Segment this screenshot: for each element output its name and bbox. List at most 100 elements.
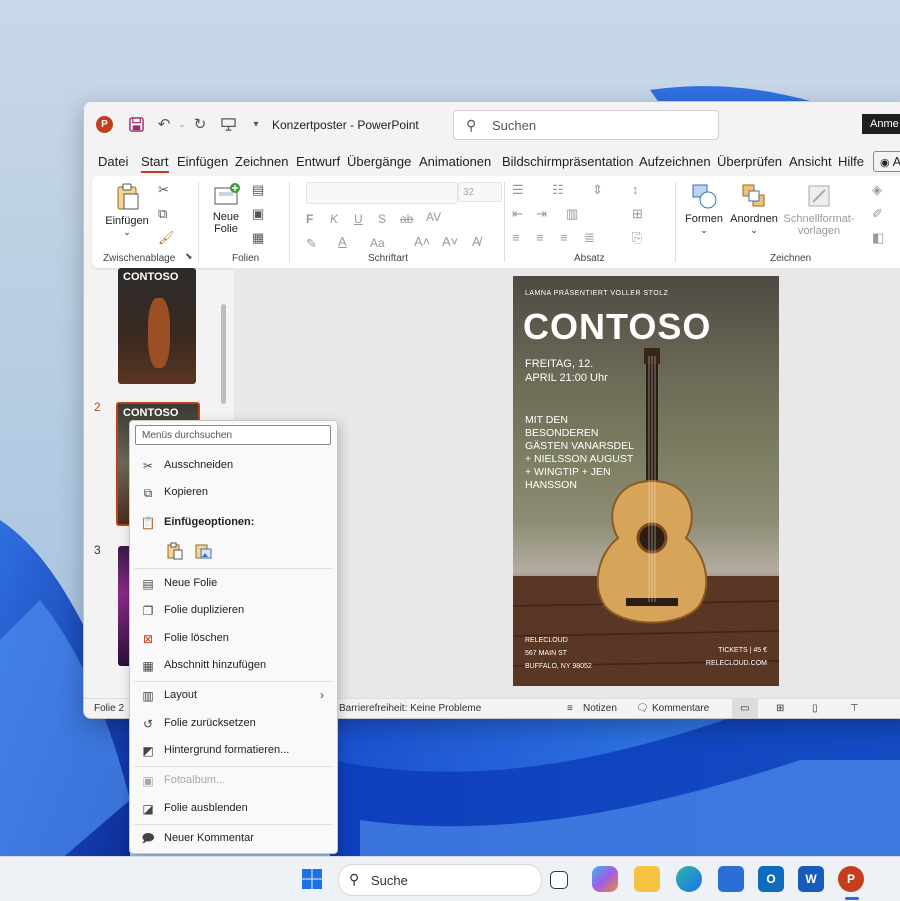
tab-hilfe[interactable]: Hilfe <box>838 154 864 169</box>
bold-icon[interactable]: F <box>306 212 313 226</box>
tab-bildschirmpraesentation[interactable]: Bildschirmpräsentation <box>502 154 634 169</box>
store-icon[interactable] <box>718 866 744 892</box>
align-center-icon[interactable]: ≡ <box>536 230 544 245</box>
increase-indent-icon[interactable]: ⇥ <box>536 206 547 222</box>
comments-button[interactable]: Kommentare <box>652 703 709 714</box>
copilot-icon[interactable] <box>592 866 618 892</box>
font-color-icon[interactable]: A <box>338 234 347 249</box>
tab-einfuegen[interactable]: Einfügen <box>177 154 228 169</box>
shape-outline-icon[interactable]: ✐ <box>872 206 883 222</box>
tab-entwurf[interactable]: Entwurf <box>296 154 340 169</box>
numbering-icon[interactable]: ☷ <box>552 182 564 198</box>
align-text-icon[interactable]: ⊞ <box>632 206 643 222</box>
clear-formatting-icon[interactable]: A̸ <box>472 234 481 249</box>
task-view-icon[interactable] <box>550 871 568 889</box>
shape-fill-icon[interactable]: ◈ <box>872 182 882 198</box>
file-explorer-icon[interactable] <box>634 866 660 892</box>
tab-uebergaenge[interactable]: Übergänge <box>347 154 411 169</box>
arrange-button[interactable]: Anordnen ⌄ <box>728 182 780 236</box>
menu-item-add-section[interactable]: ▦ Abschnitt hinzufügen <box>130 655 335 677</box>
shapes-button[interactable]: Formen ⌄ <box>682 182 726 236</box>
reset-icon[interactable]: ▣ <box>252 206 264 222</box>
copy-icon[interactable]: ⧉ <box>158 206 167 222</box>
tab-zeichnen[interactable]: Zeichnen <box>235 154 288 169</box>
tab-aufzeichnen[interactable]: Aufzeichnen <box>639 154 711 169</box>
slideshow-icon[interactable]: ⊤ <box>850 703 859 714</box>
highlight-icon[interactable]: ✎ <box>306 236 317 252</box>
italic-icon[interactable]: K <box>330 212 338 226</box>
save-icon[interactable] <box>126 114 146 134</box>
outlook-icon[interactable]: O <box>758 866 784 892</box>
align-left-icon[interactable]: ≡ <box>512 230 520 245</box>
increase-font-icon[interactable]: A˄ <box>414 234 430 249</box>
customize-toolbar-icon[interactable]: ▾ <box>246 114 266 134</box>
taskbar-search[interactable]: ⚲ Suche <box>338 864 542 896</box>
font-family-select[interactable] <box>306 182 458 204</box>
menu-item-new-comment[interactable]: 🗩 Neuer Kommentar <box>130 828 335 850</box>
word-icon[interactable]: W <box>798 866 824 892</box>
change-case-icon[interactable]: Aa <box>370 236 385 250</box>
windows-start-icon[interactable] <box>301 868 323 890</box>
paste-picture-icon[interactable] <box>194 542 212 560</box>
slide-counter[interactable]: Folie 2 <box>94 703 124 714</box>
menu-item-layout[interactable]: ▥ Layout › <box>130 685 335 707</box>
line-spacing-icon[interactable]: ⇕ <box>592 182 603 198</box>
undo-dropdown-icon[interactable]: ⌄ <box>172 114 192 134</box>
clipboard-launcher-icon[interactable]: ⬊ <box>185 251 193 262</box>
align-right-icon[interactable]: ≡ <box>560 230 568 245</box>
bullets-icon[interactable]: ☰ <box>512 182 524 198</box>
redo-icon[interactable]: ↻ <box>190 114 210 134</box>
menu-item-copy[interactable]: ⧉ Kopieren <box>130 482 335 504</box>
menu-item-delete-slide[interactable]: ⊠ Folie löschen <box>130 628 335 650</box>
quick-styles-button[interactable]: Schnellformat- vorlagen <box>782 182 856 237</box>
powerpoint-icon[interactable]: P <box>838 866 864 892</box>
slide-sorter-icon[interactable]: ⊞ <box>776 703 784 714</box>
font-size-select[interactable]: 32 <box>458 182 502 202</box>
accessibility-status[interactable]: Barrierefreiheit: Keine Probleme <box>339 703 481 714</box>
sign-in-button[interactable]: Anme <box>862 114 900 134</box>
shadow-icon[interactable]: S <box>378 212 386 226</box>
character-spacing-icon[interactable]: AV <box>426 210 441 224</box>
text-direction-icon[interactable]: ↕ <box>632 182 639 197</box>
search-box[interactable]: ⚲ Suchen <box>453 110 719 140</box>
menu-search-input[interactable]: Menüs durchsuchen <box>135 425 331 445</box>
menu-item-new-slide[interactable]: ▤ Neue Folie <box>130 573 335 595</box>
shape-effects-icon[interactable]: ◧ <box>872 230 884 246</box>
menu-item-hide-slide[interactable]: ◪ Folie ausblenden <box>130 798 335 820</box>
format-painter-icon[interactable]: 🖌 <box>158 230 175 246</box>
editing-mode-toggle[interactable]: ◉ A <box>873 151 900 172</box>
section-icon[interactable]: ▦ <box>252 230 264 246</box>
tab-animationen[interactable]: Animationen <box>419 154 491 169</box>
reading-view-icon[interactable]: ▯ <box>812 703 818 714</box>
edge-icon[interactable] <box>676 866 702 892</box>
tab-ansicht[interactable]: Ansicht <box>789 154 832 169</box>
slide-thumbnail-1[interactable]: CONTOSO <box>118 268 196 384</box>
columns-icon[interactable]: ▥ <box>566 206 578 222</box>
tab-ueberpruefen[interactable]: Überprüfen <box>717 154 782 169</box>
paste-keep-formatting-icon[interactable] <box>166 542 184 560</box>
smartart-icon[interactable]: ⎘ <box>632 230 642 246</box>
notes-button[interactable]: Notizen <box>583 703 617 714</box>
cut-icon[interactable]: ✂ <box>158 182 169 198</box>
decrease-font-icon[interactable]: A˅ <box>442 234 458 249</box>
paste-icon: 📋 <box>140 516 156 530</box>
tab-datei[interactable]: Datei <box>98 154 128 169</box>
tab-start[interactable]: Start <box>141 154 168 169</box>
present-from-beginning-icon[interactable] <box>218 114 238 134</box>
notes-icon[interactable]: ≡ <box>567 703 573 714</box>
layout-icon[interactable]: ▤ <box>252 182 264 198</box>
menu-item-reset-slide[interactable]: ↺ Folie zurücksetzen <box>130 713 335 735</box>
justify-icon[interactable]: ≣ <box>584 230 595 246</box>
new-slide-button[interactable]: Neue Folie <box>204 182 248 235</box>
strikethrough-icon[interactable]: ab <box>400 212 413 226</box>
decrease-indent-icon[interactable]: ⇤ <box>512 206 523 222</box>
comments-icon[interactable]: 🗨 <box>636 703 649 714</box>
menu-item-format-background[interactable]: ◩ Hintergrund formatieren... <box>130 740 335 762</box>
undo-icon[interactable]: ↶ <box>154 114 174 134</box>
underline-icon[interactable]: U <box>354 212 363 226</box>
paste-button[interactable]: Einfügen ⌄ <box>104 182 150 238</box>
current-slide[interactable]: LAMNA PRÄSENTIERT VOLLER STOLZ CONTOSO F… <box>513 276 779 686</box>
menu-item-cut[interactable]: ✂ Ausschneiden <box>130 455 335 477</box>
scrollbar-thumb[interactable] <box>221 304 226 404</box>
menu-item-duplicate-slide[interactable]: ❐ Folie duplizieren <box>130 600 335 622</box>
